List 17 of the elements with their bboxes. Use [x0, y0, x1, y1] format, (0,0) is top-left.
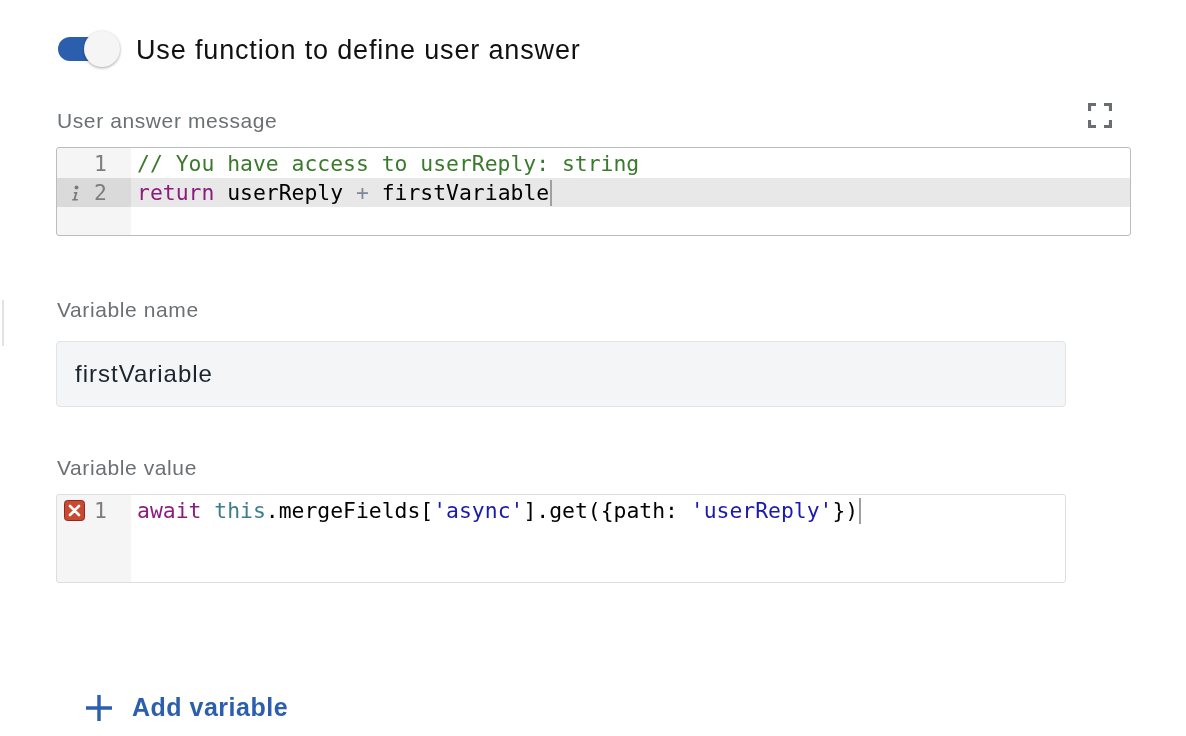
field-label: Variable value: [57, 456, 197, 480]
field-label: User answer message: [57, 109, 278, 133]
code-text: await this.mergeFields['async'].get({path: 'userReply'}): [137, 497, 859, 525]
code-editor[interactable]: 1 // You have access to userReply: string 2 return userReply + firstVariable: [56, 147, 1131, 236]
plus-icon: [86, 694, 112, 721]
line-number: 2: [94, 179, 107, 207]
line-number: 1: [94, 497, 107, 525]
expand-icon[interactable]: [1088, 103, 1112, 128]
toggle-label: Use function to define user answer: [136, 33, 581, 66]
field-label: Variable name: [57, 298, 199, 322]
text-input[interactable]: firstVariable: [56, 341, 1066, 407]
line-number: 1: [94, 150, 107, 178]
code-text: // You have access to userReply: string: [137, 150, 640, 178]
add-variable-button[interactable]: Add variable: [80, 691, 295, 724]
code-text: return userReply + firstVariable: [137, 179, 550, 207]
code-editor[interactable]: 1 await this.mergeFields['async'].get({path: 'userReply'}): [56, 494, 1066, 583]
toggle-switch[interactable]: [57, 31, 121, 68]
